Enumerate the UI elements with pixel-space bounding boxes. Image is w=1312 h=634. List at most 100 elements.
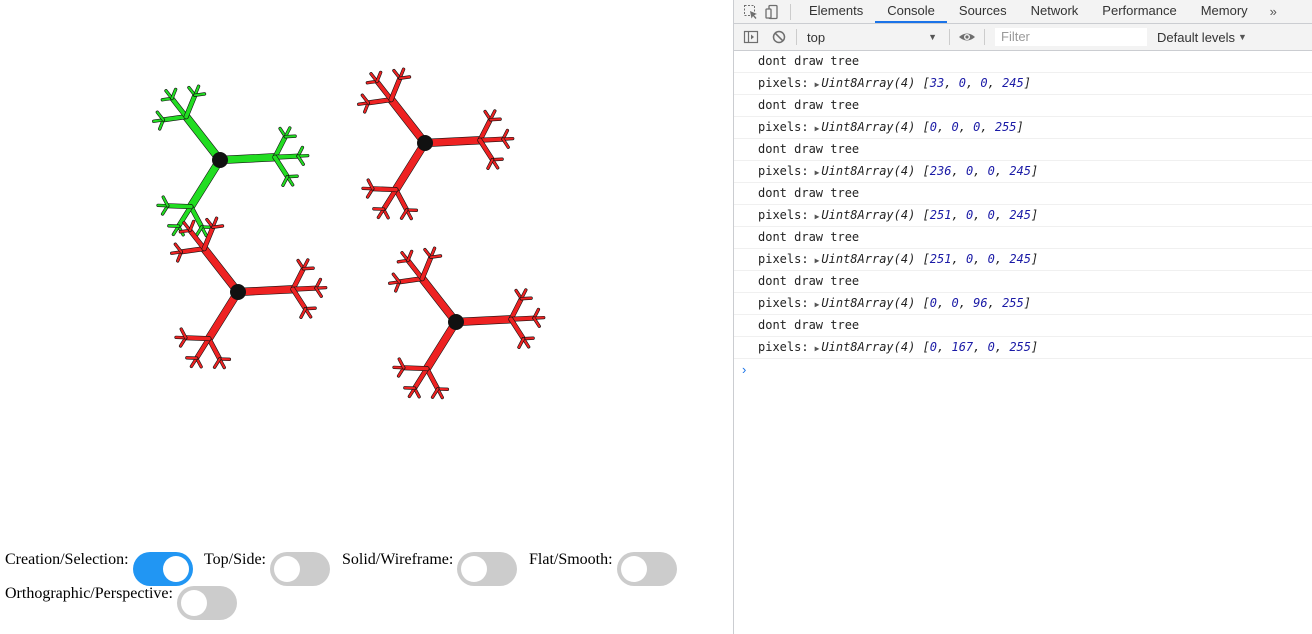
flat-smooth-control: Flat/Smooth:: [529, 548, 677, 586]
console-message: pixels: ▶ Uint8Array(4) [33, 0, 0, 245]: [734, 73, 1312, 95]
console-message: pixels: ▶ Uint8Array(4) [0, 0, 0, 255]: [734, 117, 1312, 139]
console-prompt[interactable]: ›: [734, 359, 1312, 381]
log-levels-dropdown[interactable]: Default levels ▼: [1157, 30, 1247, 45]
orthographic-perspective-label: Orthographic/Perspective:: [5, 585, 173, 602]
array-value: 0: [951, 296, 959, 310]
expand-triangle-icon[interactable]: ▶: [815, 168, 820, 177]
log-text: dont draw tree: [758, 54, 860, 68]
expand-triangle-icon[interactable]: ▶: [815, 80, 820, 89]
console-message: dont draw tree: [734, 183, 1312, 205]
devtools-panel: Elements Console Sources Network Performance…: [733, 0, 1312, 634]
flat-smooth-toggle[interactable]: [616, 552, 677, 586]
array-value: 251: [929, 208, 952, 222]
log-prefix: pixels:: [758, 340, 809, 354]
webgl-app: Creation/Selection: Top/Side: Solid/Wire…: [0, 0, 733, 634]
top-side-label: Top/Side:: [204, 551, 266, 568]
tab-sources[interactable]: Sources: [947, 0, 1019, 23]
log-text: dont draw tree: [758, 142, 860, 156]
inspect-element-icon[interactable]: [740, 1, 762, 23]
array-value: 33: [929, 76, 945, 90]
divider: [796, 29, 797, 45]
context-selector[interactable]: top ▼: [803, 30, 943, 45]
top-side-toggle[interactable]: [270, 552, 330, 586]
object-type[interactable]: Uint8Array(4): [821, 296, 915, 310]
log-text: dont draw tree: [758, 186, 860, 200]
array-value: 0: [929, 120, 938, 134]
orthographic-perspective-toggle[interactable]: [176, 586, 237, 620]
array-value: 0: [987, 164, 995, 178]
tree-model[interactable]: [152, 84, 310, 238]
expand-triangle-icon[interactable]: ▶: [815, 124, 820, 133]
object-type[interactable]: Uint8Array(4): [821, 120, 915, 134]
device-toolbar-icon[interactable]: [762, 1, 784, 23]
devtools-tab-bar: Elements Console Sources Network Performance…: [734, 0, 1312, 24]
tree-model[interactable]: [388, 246, 546, 400]
more-tabs-icon[interactable]: »: [1260, 4, 1287, 19]
console-messages: dont draw tree pixels: ▶ Uint8Array(4) [33,…: [734, 51, 1312, 359]
creation-selection-toggle[interactable]: [132, 552, 193, 586]
object-type[interactable]: Uint8Array(4): [821, 164, 915, 178]
clear-console-icon[interactable]: [768, 26, 790, 48]
log-levels-label: Default levels: [1157, 29, 1236, 45]
object-type[interactable]: Uint8Array(4): [821, 208, 915, 222]
log-text: dont draw tree: [758, 274, 860, 288]
tab-elements[interactable]: Elements: [797, 0, 875, 23]
creation-selection-control: Creation/Selection:: [5, 548, 193, 586]
divider: [984, 29, 985, 45]
object-type[interactable]: Uint8Array(4): [821, 340, 915, 354]
log-prefix: pixels:: [758, 76, 809, 90]
expand-triangle-icon[interactable]: ▶: [815, 300, 820, 309]
tab-performance[interactable]: Performance: [1090, 0, 1188, 23]
tab-console[interactable]: Console: [875, 0, 947, 23]
sidebar-toggle-icon[interactable]: [740, 26, 762, 48]
array-value: 0: [951, 120, 959, 134]
array-value: 255: [1002, 296, 1024, 310]
log-prefix: pixels:: [758, 120, 809, 134]
live-expression-eye-icon[interactable]: [956, 26, 978, 48]
log-prefix: pixels:: [758, 208, 809, 222]
dropdown-caret-icon: ▼: [1238, 32, 1247, 42]
log-text: dont draw tree: [758, 318, 860, 332]
divider: [949, 29, 950, 45]
prompt-chevron-icon: ›: [742, 362, 747, 377]
log-text: dont draw tree: [758, 230, 860, 244]
console-message: dont draw tree: [734, 51, 1312, 73]
console-message: dont draw tree: [734, 315, 1312, 337]
array-value: 0: [958, 76, 966, 90]
solid-wireframe-toggle[interactable]: [457, 552, 518, 586]
toggle-knob: [162, 556, 189, 582]
array-value: 0: [987, 252, 995, 266]
expand-triangle-icon[interactable]: ▶: [815, 256, 820, 265]
solid-wireframe-label: Solid/Wireframe:: [342, 551, 454, 568]
console-message: dont draw tree: [734, 227, 1312, 249]
top-side-control: Top/Side:: [204, 548, 330, 586]
toggle-knob: [620, 556, 647, 582]
tree-model[interactable]: [357, 67, 515, 221]
toggle-knob: [274, 556, 300, 582]
toggle-knob: [180, 590, 207, 616]
array-value: 0: [929, 296, 938, 310]
expand-triangle-icon[interactable]: ▶: [815, 212, 820, 221]
object-type[interactable]: Uint8Array(4): [821, 76, 915, 90]
object-type[interactable]: Uint8Array(4): [821, 252, 915, 266]
console-message: dont draw tree: [734, 271, 1312, 293]
array-value: 251: [929, 252, 952, 266]
scene-canvas[interactable]: [0, 0, 733, 540]
array-value: 236: [929, 164, 952, 178]
expand-triangle-icon[interactable]: ▶: [815, 344, 820, 353]
array-value: 0: [929, 340, 938, 354]
tab-network[interactable]: Network: [1019, 0, 1091, 23]
tree-model[interactable]: [170, 216, 328, 370]
array-value: 0: [987, 208, 995, 222]
array-value: 245: [1002, 76, 1024, 90]
filter-input[interactable]: Filter: [995, 28, 1147, 46]
tab-memory[interactable]: Memory: [1189, 0, 1260, 23]
console-message: pixels: ▶ Uint8Array(4) [0, 167, 0, 255]: [734, 337, 1312, 359]
array-value: 167: [951, 340, 974, 354]
log-prefix: pixels:: [758, 252, 809, 266]
array-value: 255: [1009, 340, 1031, 354]
array-value: 0: [987, 340, 995, 354]
solid-wireframe-control: Solid/Wireframe:: [342, 548, 518, 586]
array-value: 245: [1009, 252, 1031, 266]
console-message: dont draw tree: [734, 139, 1312, 161]
